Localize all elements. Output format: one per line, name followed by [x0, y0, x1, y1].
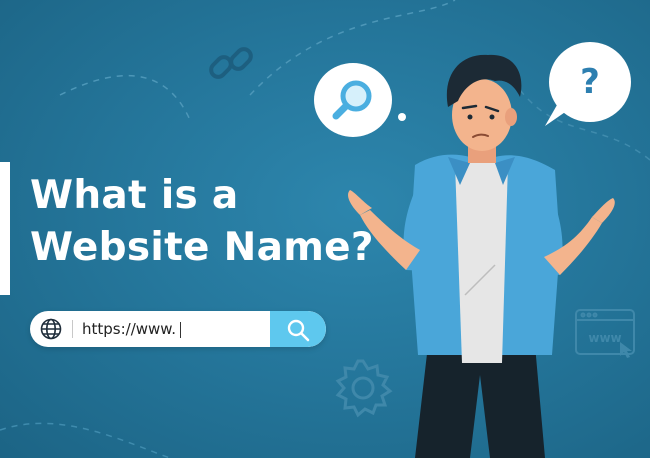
accent-bar	[0, 162, 10, 295]
hero-banner: www What is a Website Name? https://www.	[0, 0, 650, 458]
page-title: What is a Website Name?	[30, 170, 374, 274]
url-input[interactable]: https://www.	[82, 311, 181, 347]
search-icon	[287, 319, 310, 342]
search-divider	[72, 320, 73, 338]
url-text: https://www.	[82, 320, 176, 338]
confused-man-illustration	[348, 54, 615, 458]
title-line-1: What is a	[30, 173, 239, 218]
globe-icon	[40, 318, 62, 340]
text-caret	[179, 321, 181, 338]
url-search-bar[interactable]: https://www.	[30, 311, 326, 347]
link-icon	[209, 47, 253, 79]
title-line-2: Website Name?	[30, 225, 374, 270]
search-button[interactable]	[270, 311, 326, 347]
